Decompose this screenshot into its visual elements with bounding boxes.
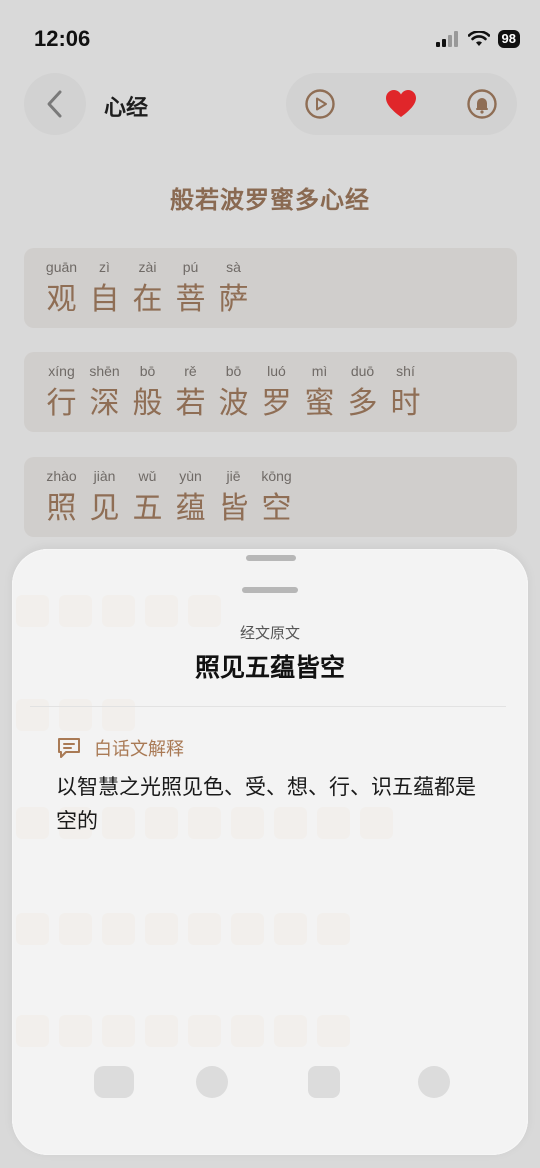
verse-row: xíng 行 shēn 深 bō 般 rě 若 bō 波 luó 罗 mì 蜜 duō 多 sh…	[40, 362, 427, 424]
pinyin: xíng	[48, 363, 75, 379]
pinyin: sà	[226, 259, 241, 275]
pinyin: jiàn	[93, 468, 116, 484]
hanzi: 在	[132, 282, 163, 317]
blurred-tab-icon	[418, 1066, 450, 1098]
sheet-divider	[30, 706, 506, 707]
pinyin: luó	[267, 363, 286, 379]
syllable: bō 般	[126, 362, 169, 424]
chat-bubble-icon	[58, 738, 80, 758]
blurred-tab-icon	[196, 1066, 228, 1098]
syllable: luó 罗	[255, 362, 298, 424]
heart-icon[interactable]	[384, 88, 418, 120]
syllable: shí 时	[384, 362, 427, 424]
syllable: rě 若	[169, 362, 212, 424]
hanzi: 罗	[261, 386, 292, 421]
pinyin: bō	[225, 363, 242, 379]
page-title: 般若波罗蜜多心经	[170, 186, 370, 214]
hanzi: 般	[132, 386, 163, 421]
nav-title: 心经	[104, 96, 149, 121]
pinyin: yùn	[179, 468, 202, 484]
syllable: duō 多	[341, 362, 384, 424]
pinyin: shí	[396, 363, 415, 379]
syllable: guān 观	[40, 258, 83, 320]
status-time: 12:06	[34, 26, 91, 51]
blurred-tab-icon	[308, 1066, 340, 1098]
sheet-title: 照见五蕴皆空	[194, 653, 345, 682]
nav-action-group	[286, 73, 517, 135]
verse-card[interactable]: xíng 行 shēn 深 bō 般 rě 若 bō 波 luó 罗 mì 蜜 duō 多 sh…	[24, 352, 517, 432]
hanzi: 皆	[218, 491, 249, 526]
battery-indicator: 98	[497, 30, 520, 48]
hanzi: 自	[89, 282, 120, 317]
verse-row: guān 观 zì 自 zài 在 pú 菩 sà 萨	[40, 258, 255, 320]
syllable: pú 菩	[169, 258, 212, 320]
pinyin: duō	[350, 363, 375, 379]
pinyin: mì	[311, 363, 328, 379]
explanation-header: 白话文解释	[56, 735, 184, 761]
syllable: zhào 照	[40, 467, 83, 529]
bell-icon[interactable]	[466, 88, 498, 120]
hanzi: 波	[218, 386, 249, 421]
syllable: bō 波	[212, 362, 255, 424]
pinyin: wǔ	[138, 468, 157, 484]
hanzi: 行	[46, 386, 77, 421]
hanzi: 蕴	[175, 491, 206, 526]
explanation-text: 以智慧之光照见色、受、想、行、识五蕴都是空的	[56, 775, 476, 833]
hanzi: 照	[46, 491, 77, 526]
pinyin: shēn	[89, 363, 120, 379]
explanation-label: 白话文解释	[94, 739, 184, 760]
verse-card[interactable]: zhào 照 jiàn 见 wǔ 五 yùn 蕴 jiē 皆 kōng 空	[24, 457, 517, 537]
syllable: xíng 行	[40, 362, 83, 424]
sheet-handle[interactable]	[242, 587, 298, 593]
pinyin: zì	[99, 259, 110, 275]
syllable: zài 在	[126, 258, 169, 320]
pinyin: zhào	[46, 468, 77, 484]
sheet-subtitle: 经文原文	[239, 624, 300, 642]
syllable: mì 蜜	[298, 362, 341, 424]
status-icons: 98	[435, 30, 520, 48]
signal-icon	[435, 31, 458, 47]
syllable: jiàn 见	[83, 467, 126, 529]
hanzi: 见	[89, 491, 120, 526]
hanzi: 时	[390, 386, 421, 421]
pinyin: pú	[182, 259, 199, 275]
hanzi: 深	[89, 386, 120, 421]
pinyin: rě	[184, 363, 197, 379]
pinyin: jiē	[226, 468, 241, 484]
syllable: kōng 空	[255, 467, 298, 529]
pinyin: kōng	[261, 468, 292, 484]
pinyin: zài	[138, 259, 157, 275]
syllable: sà 萨	[212, 258, 255, 320]
hanzi: 蜜	[304, 386, 335, 421]
verse-card[interactable]: guān 观 zì 自 zài 在 pú 菩 sà 萨	[24, 248, 517, 328]
play-icon[interactable]	[304, 88, 336, 120]
sheet-grabber[interactable]	[246, 555, 296, 561]
pinyin: guān	[45, 259, 78, 275]
blurred-tab-icon	[94, 1066, 134, 1098]
hanzi: 多	[347, 386, 378, 421]
hanzi: 若	[175, 386, 206, 421]
verse-row: zhào 照 jiàn 见 wǔ 五 yùn 蕴 jiē 皆 kōng 空	[40, 467, 298, 529]
hanzi: 萨	[218, 282, 249, 317]
syllable: yùn 蕴	[169, 467, 212, 529]
chevron-left-icon	[47, 90, 62, 118]
hanzi: 菩	[175, 282, 206, 317]
syllable: wǔ 五	[126, 467, 169, 529]
hanzi: 观	[46, 282, 77, 317]
status-bar: 12:06 98	[0, 0, 540, 72]
back-button[interactable]	[24, 73, 86, 135]
syllable: shēn 深	[83, 362, 126, 424]
hanzi: 空	[261, 491, 292, 526]
pinyin: bō	[139, 363, 156, 379]
syllable: zì 自	[83, 258, 126, 320]
hanzi: 五	[132, 491, 163, 526]
syllable: jiē 皆	[212, 467, 255, 529]
wifi-icon	[467, 31, 490, 46]
